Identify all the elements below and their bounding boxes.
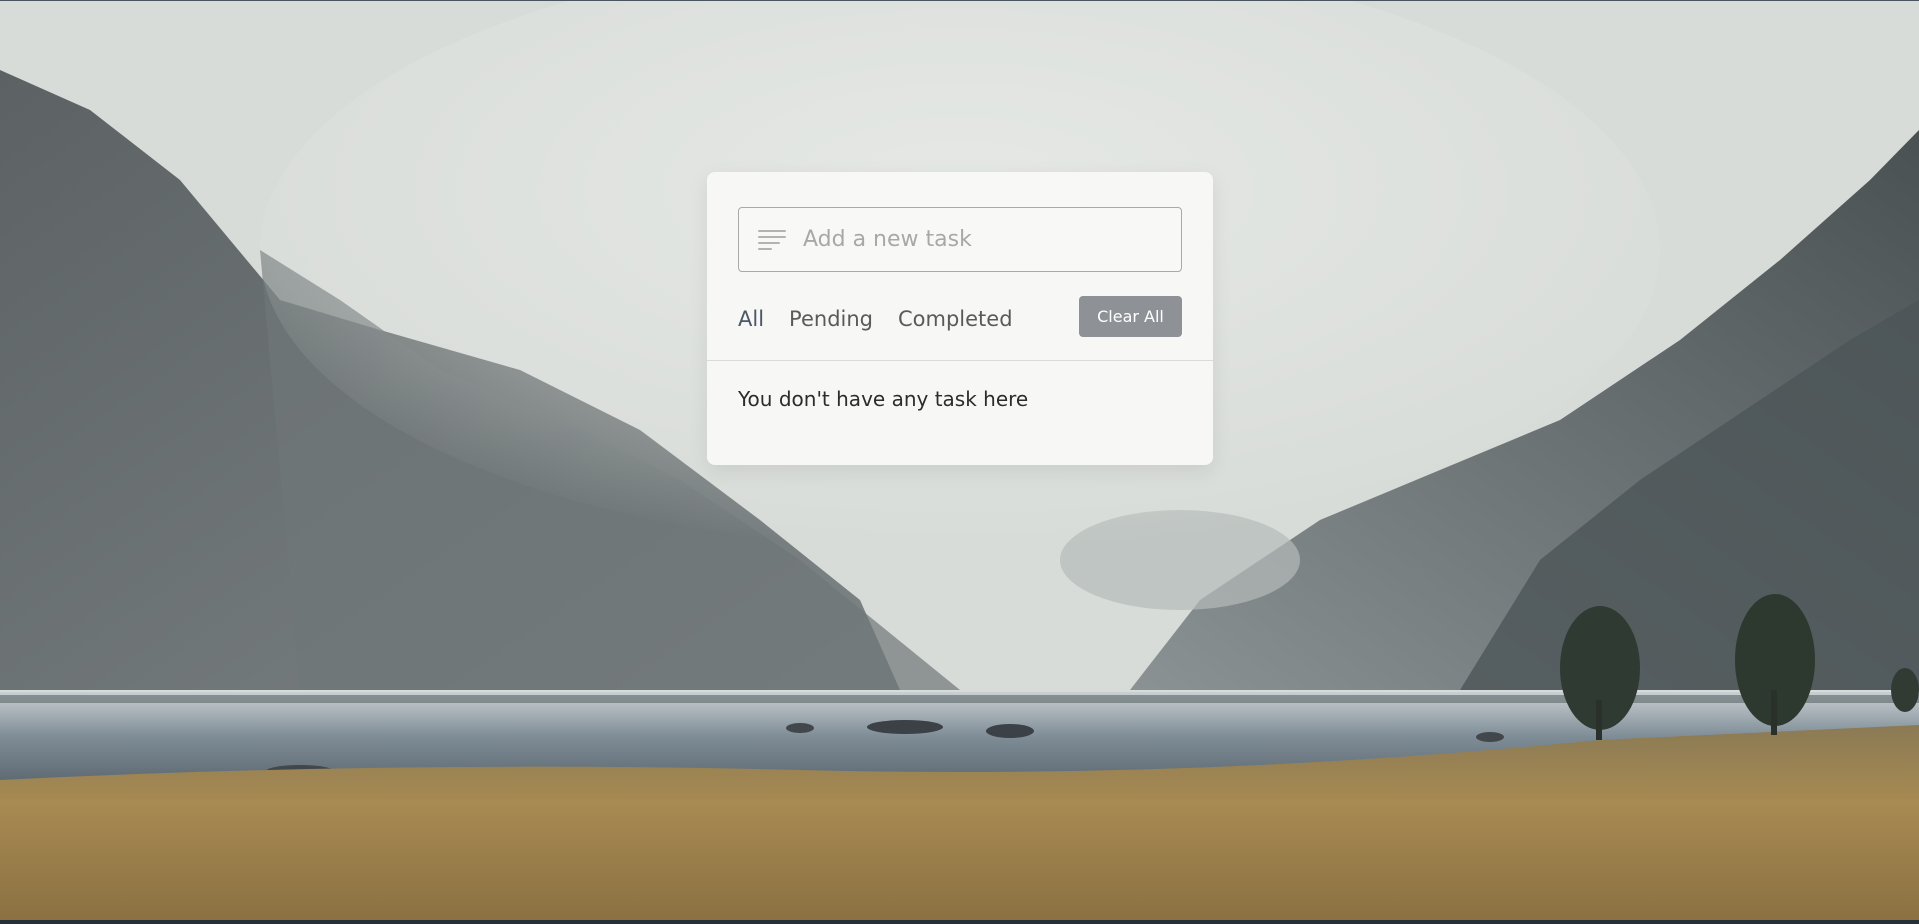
empty-task-message: You don't have any task here bbox=[738, 387, 1029, 411]
filter-tabs: All Pending Completed bbox=[738, 302, 1038, 336]
top-border bbox=[0, 0, 1919, 1]
bottom-border bbox=[0, 920, 1919, 924]
text-lines-icon bbox=[758, 230, 788, 252]
filter-pending[interactable]: Pending bbox=[789, 307, 873, 331]
todo-card: All Pending Completed Clear All You don'… bbox=[707, 172, 1213, 465]
clear-all-button[interactable]: Clear All bbox=[1079, 296, 1182, 337]
task-input-container[interactable] bbox=[738, 207, 1182, 272]
divider bbox=[707, 360, 1213, 361]
filter-completed[interactable]: Completed bbox=[898, 307, 1013, 331]
task-input[interactable] bbox=[803, 208, 1173, 271]
filter-all[interactable]: All bbox=[738, 307, 764, 331]
